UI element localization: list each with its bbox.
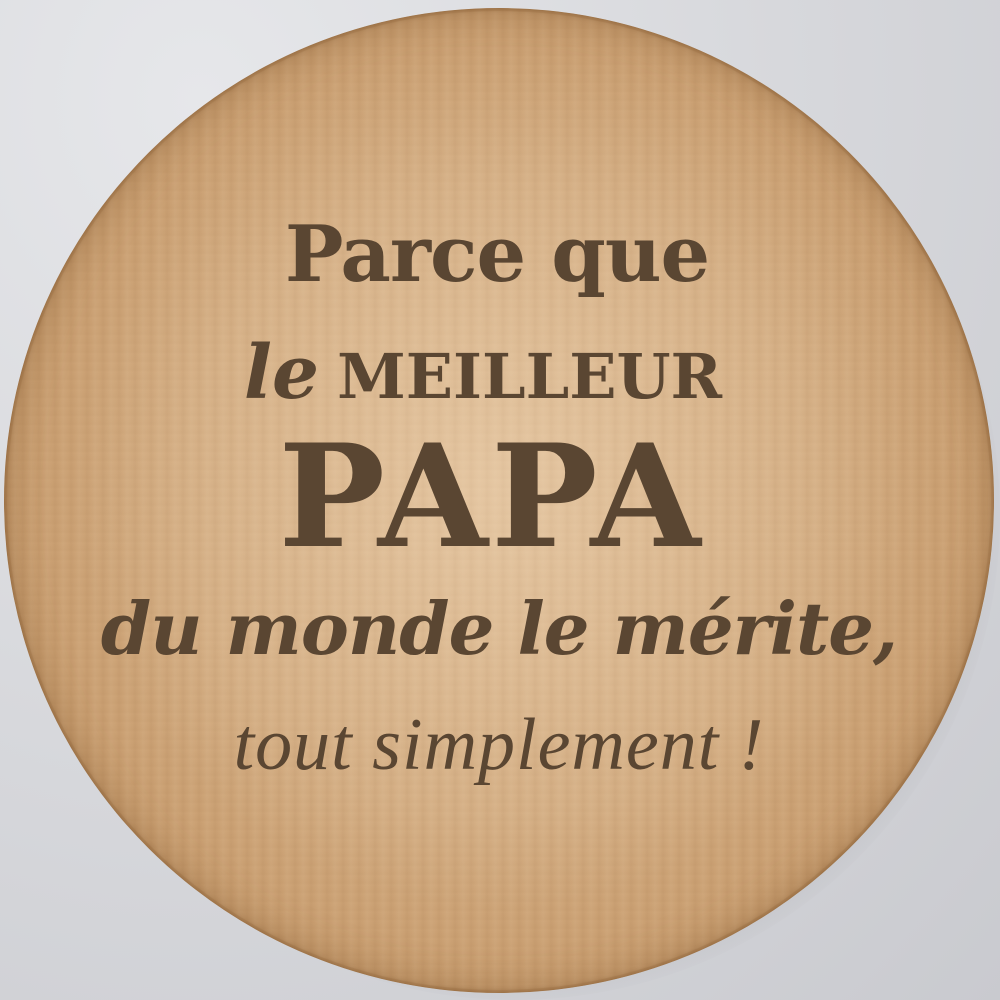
- line-papa: PAPA: [278, 414, 704, 580]
- line-tout-simplement: tout simplement !: [233, 704, 765, 786]
- line-le-meilleur: le MEILLEUR: [4, 336, 978, 410]
- photo-scene: Parce que le MEILLEUR PAPA du monde le mé…: [0, 0, 1000, 1000]
- wooden-disc: Parce que le MEILLEUR PAPA du monde le mé…: [4, 8, 994, 993]
- word-le: le: [243, 330, 320, 416]
- engraved-text: Parce que le MEILLEUR PAPA du monde le mé…: [4, 8, 994, 993]
- line-parce-que: Parce que: [284, 209, 710, 300]
- line-du-monde: du monde le mérite,: [100, 586, 898, 671]
- word-meilleur: MEILLEUR: [337, 340, 723, 413]
